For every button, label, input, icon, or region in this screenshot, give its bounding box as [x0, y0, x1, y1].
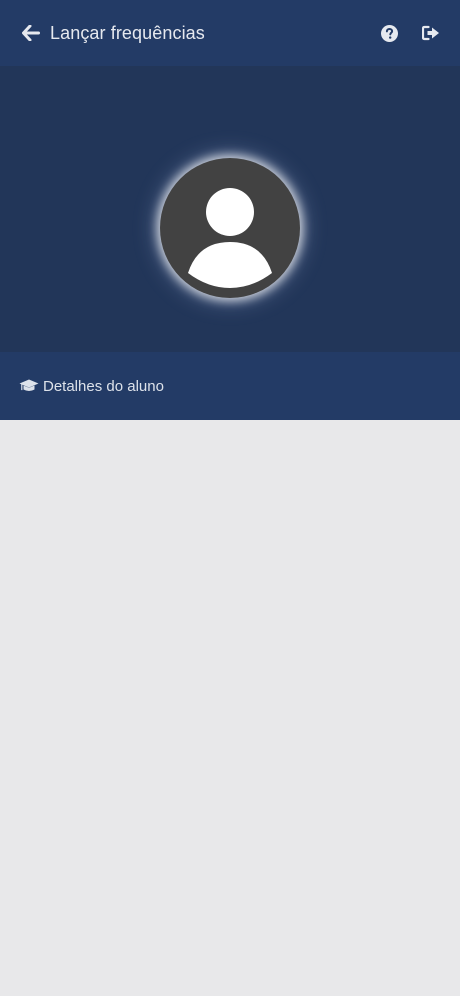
student-details-section[interactable]: Detalhes do aluno: [0, 352, 460, 420]
avatar: [160, 158, 300, 298]
content-area: [0, 420, 460, 996]
user-avatar-icon: [188, 188, 272, 288]
app-root: Lançar frequências Detalhes do aluno: [0, 0, 460, 996]
top-app-bar: Lançar frequências: [0, 0, 460, 66]
page-title: Lançar frequências: [50, 22, 205, 43]
sign-out-icon: [422, 25, 439, 41]
profile-header: [0, 66, 460, 352]
question-circle-icon: [380, 24, 398, 42]
graduation-cap-icon: [19, 378, 39, 394]
help-button[interactable]: [378, 22, 400, 44]
section-label: Detalhes do aluno: [43, 377, 164, 395]
arrow-left-icon: [22, 25, 40, 41]
logout-button[interactable]: [420, 22, 442, 44]
back-button[interactable]: [20, 22, 42, 44]
